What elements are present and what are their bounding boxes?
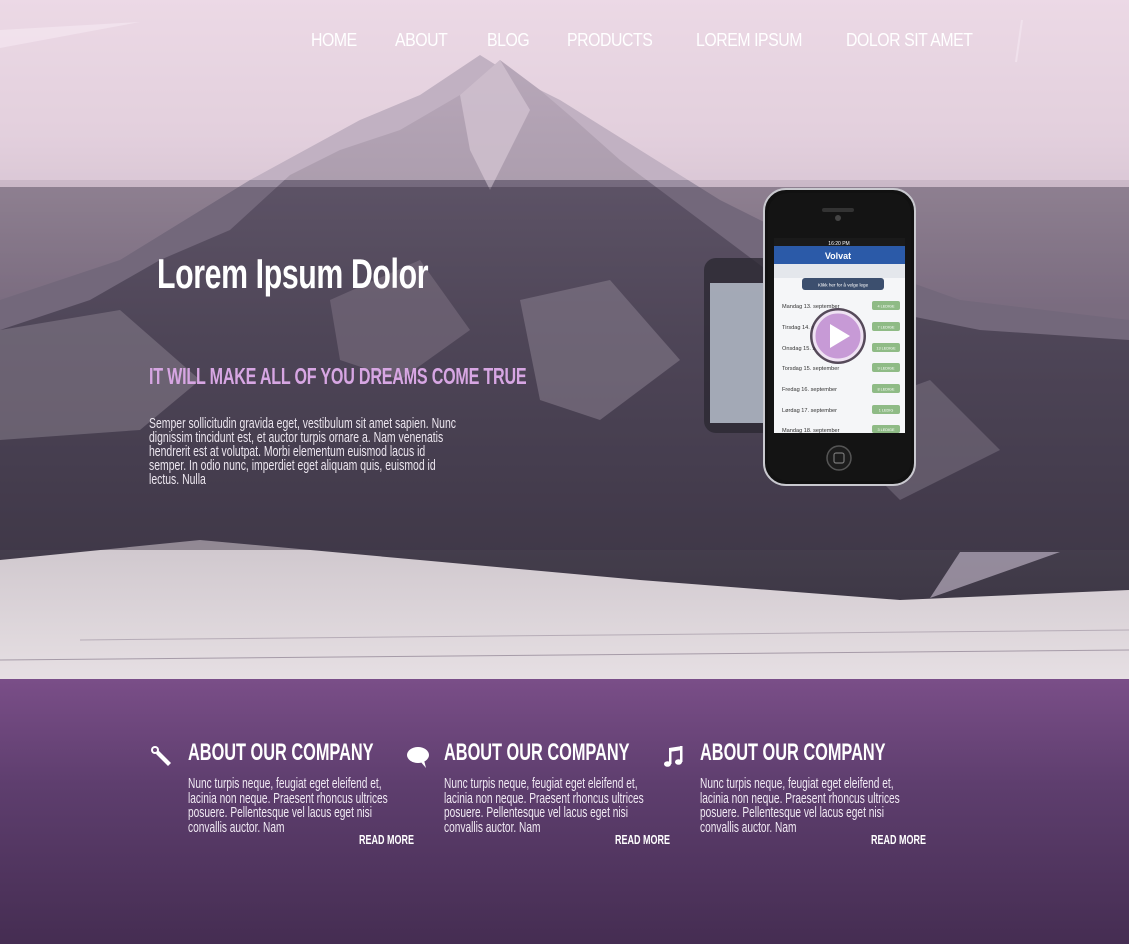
- hero-section: HOME ABOUT BLOG PRODUCTS LOREM IPSUM DOL…: [0, 0, 1129, 679]
- phone-row-badge: 8 LEDIGE: [877, 388, 895, 392]
- hero-subtitle: IT WILL MAKE ALL OF YOU DREAMS COME TRUE: [149, 363, 527, 389]
- phone-row-day: Lørdag 17. september: [782, 408, 837, 414]
- play-icon[interactable]: [810, 308, 866, 364]
- nav-about[interactable]: ABOUT: [395, 30, 448, 51]
- phone-button: Klikk her for å velge lege: [818, 282, 869, 288]
- read-more-link[interactable]: READ MORE: [871, 833, 926, 847]
- wrench-icon: [151, 746, 171, 766]
- phone-row-badge: 7 LEDIGE: [877, 326, 895, 330]
- hero-body-text: Semper sollicitudin gravida eget, vestib…: [149, 416, 456, 488]
- read-more-link[interactable]: READ MORE: [359, 833, 414, 847]
- read-more-link[interactable]: READ MORE: [615, 833, 670, 847]
- feature-body: Nunc turpis neque, feugiat eget eleifend…: [188, 776, 388, 836]
- music-note-icon: [664, 746, 683, 767]
- nav-home[interactable]: HOME: [311, 30, 357, 51]
- phone-row-badge: 3 LEDIGE: [877, 428, 895, 432]
- phone-row-badge: 9 LEDIGE: [877, 367, 895, 371]
- nav-dolor-sit-amet[interactable]: DOLOR SIT AMET: [846, 30, 973, 51]
- feature-body: Nunc turpis neque, feugiat eget eleifend…: [700, 776, 900, 836]
- phone-row-badge: 13 LEDIGE: [876, 347, 896, 351]
- nav-products[interactable]: PRODUCTS: [567, 30, 653, 51]
- phone-row-badge: 4 LEDIGE: [877, 305, 895, 309]
- phone-mockup: 16:20 PM Volvat Klikk her for å velge le…: [704, 188, 916, 488]
- phone-row-day: Fredag 16. september: [782, 387, 837, 393]
- feature-title: ABOUT OUR COMPANY: [444, 739, 630, 766]
- phone-brand: Volvat: [825, 251, 851, 261]
- main-nav: HOME ABOUT BLOG PRODUCTS LOREM IPSUM DOL…: [311, 30, 990, 51]
- nav-blog[interactable]: BLOG: [487, 30, 530, 51]
- speech-bubble-icon: [407, 747, 429, 768]
- hero-title: Lorem Ipsum Dolor: [157, 250, 429, 297]
- feature-title: ABOUT OUR COMPANY: [188, 739, 374, 766]
- phone-row-badge: 1 LEDIG: [879, 409, 894, 413]
- feature-body: Nunc turpis neque, feugiat eget eleifend…: [444, 776, 644, 836]
- features-section: ABOUT OUR COMPANY Nunc turpis neque, feu…: [0, 679, 1129, 944]
- phone-row-day: Torsdag 15. september: [782, 366, 839, 372]
- feature-title: ABOUT OUR COMPANY: [700, 739, 886, 766]
- nav-lorem-ipsum[interactable]: LOREM IPSUM: [696, 30, 803, 51]
- phone-row-day: Mandag 18. september: [782, 428, 840, 434]
